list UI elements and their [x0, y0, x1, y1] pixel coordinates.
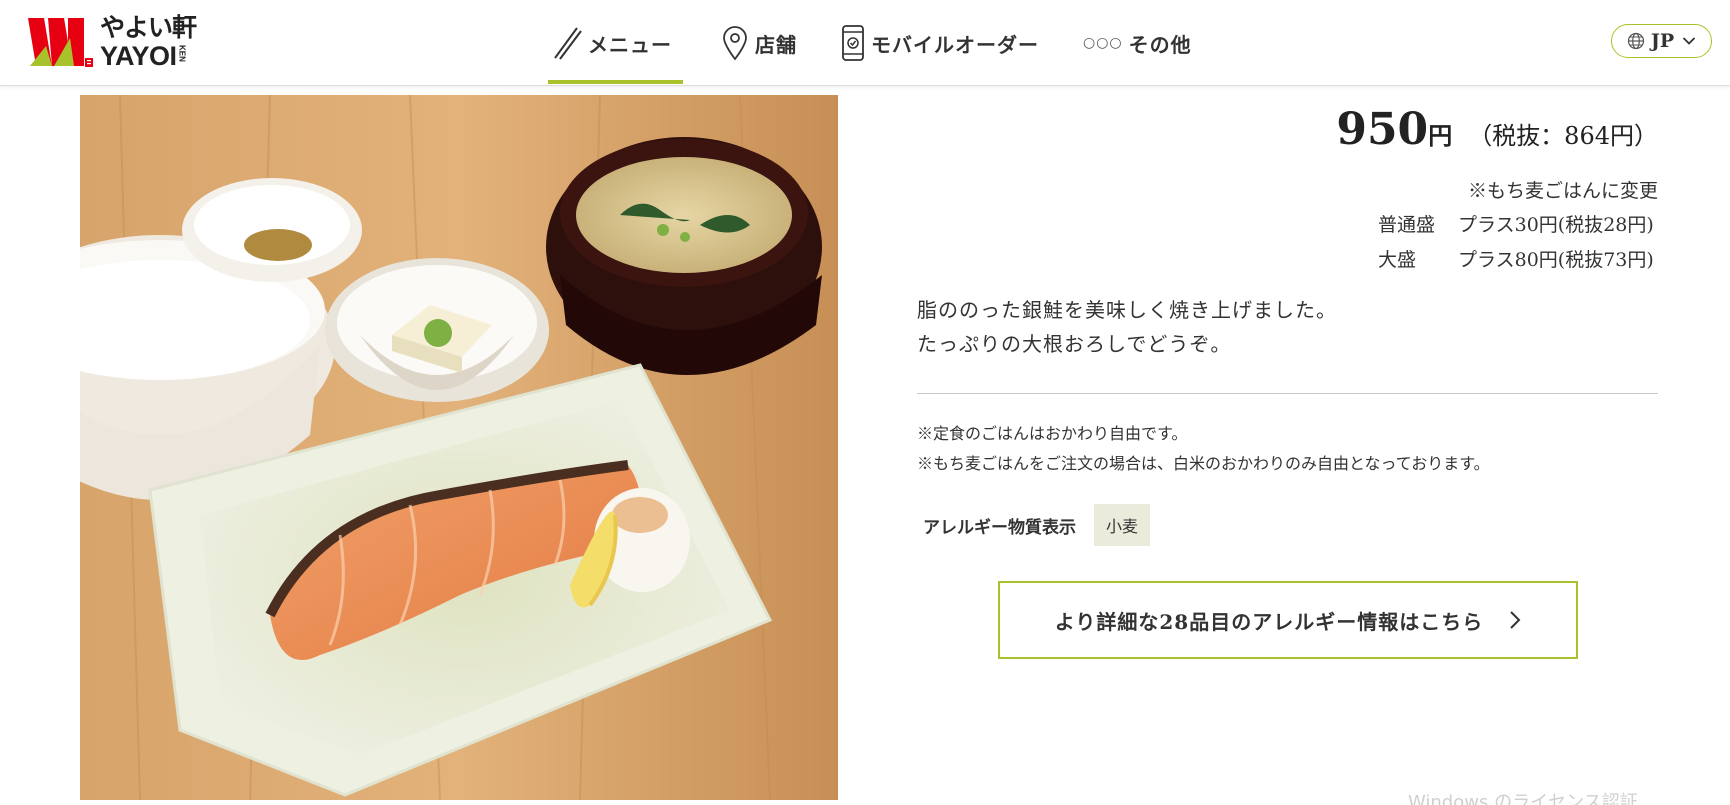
smartphone-icon [841, 24, 865, 62]
rice-option-row: 普通盛 プラス30円(税抜28円) [1378, 210, 1654, 237]
nav-item-store[interactable]: 店舗 [721, 0, 797, 86]
language-select-button[interactable]: JP [1611, 24, 1712, 58]
chevron-right-icon [1509, 610, 1521, 630]
nav-label-mobile-order: モバイルオーダー [871, 32, 1039, 57]
grilled-salmon-set-image [80, 95, 838, 800]
main-nav: メニュー 店舗 モバイルオーダー ○○○ その他 [548, 0, 1192, 86]
globe-icon [1627, 32, 1644, 50]
site-header: やよい軒 YAYOI KEN メニュー 店舗 モバイルオーダー ○○○ その他 … [0, 0, 1730, 86]
allergy-details-button[interactable]: より詳細な28品目のアレルギー情報はこちら [998, 581, 1578, 659]
allergy-details-label: より詳細な28品目のアレルギー情報はこちら [1054, 609, 1484, 634]
allergy-label: アレルギー物質表示 [923, 517, 1076, 538]
price-row: 950 円 （税抜：864円） [1336, 104, 1658, 155]
language-label: JP [1650, 30, 1675, 52]
allergy-row: アレルギー物質表示 小麦 [923, 504, 1151, 546]
logo-mark-icon [28, 18, 93, 67]
nav-item-other[interactable]: ○○○ その他 [1083, 0, 1192, 86]
map-pin-icon [721, 25, 749, 61]
rice-option-size: 大盛 [1378, 249, 1417, 271]
rice-option-price: プラス80円(税抜73円) [1458, 249, 1654, 271]
logo-text: やよい軒 YAYOI KEN [100, 12, 197, 71]
nav-label-other: その他 [1128, 32, 1192, 57]
windows-activation-watermark: Windows のライセンス認証 [1408, 792, 1638, 805]
logo-text-ken: KEN [177, 44, 187, 62]
nav-item-mobile-order[interactable]: モバイルオーダー [841, 0, 1039, 86]
dots-icon: ○○○ [1083, 35, 1123, 51]
note-line: ※定食のごはんはおかわり自由です。 [917, 424, 1188, 443]
nav-label-menu: メニュー [588, 32, 672, 57]
yayoi-ken-logo[interactable]: やよい軒 YAYOI KEN [28, 15, 208, 69]
chevron-down-icon [1683, 37, 1696, 45]
chopsticks-icon [552, 25, 582, 61]
allergen-tag: 小麦 [1094, 504, 1151, 546]
price-value: 950 [1336, 104, 1429, 155]
product-photo [80, 95, 838, 800]
description-line: たっぷりの大根おろしでどうぞ。 [917, 332, 1232, 356]
product-description: 脂ののった銀鮭を美味しく焼き上げました。 たっぷりの大根おろしでどうぞ。 [917, 293, 1337, 361]
nav-label-store: 店舗 [755, 32, 797, 57]
logo-text-en: YAYOI [100, 40, 177, 71]
price-tax-excluded: （税抜：864円） [1468, 122, 1658, 150]
rice-option-note: ※もち麦ごはんに変更 [1467, 180, 1658, 202]
description-line: 脂ののった銀鮭を美味しく焼き上げました。 [917, 298, 1337, 322]
rice-option-price: プラス30円(税抜28円) [1458, 214, 1654, 236]
divider [917, 393, 1658, 394]
nav-item-menu[interactable]: メニュー [548, 0, 683, 86]
logo-text-jp: やよい軒 [100, 12, 197, 42]
note-line: ※もち麦ごはんをご注文の場合は、白米のおかわりのみ自由となっております。 [917, 454, 1490, 473]
price-unit: 円 [1428, 121, 1453, 150]
rice-option-size: 普通盛 [1378, 214, 1436, 236]
rice-option-row: 大盛 プラス80円(税抜73円) [1378, 245, 1654, 272]
product-notes: ※定食のごはんはおかわり自由です。 ※もち麦ごはんをご注文の場合は、白米のおかわ… [917, 419, 1490, 479]
